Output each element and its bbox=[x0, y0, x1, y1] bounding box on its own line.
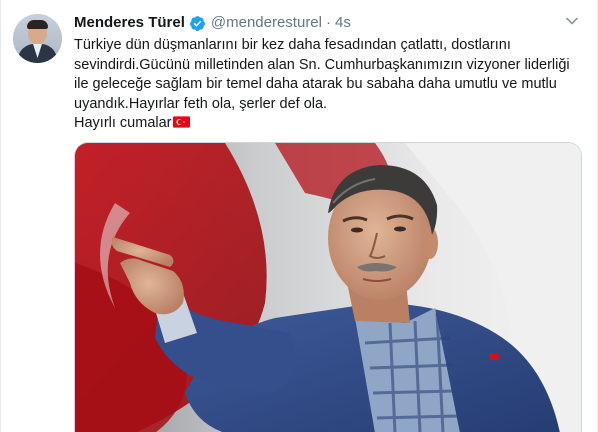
separator-dot: · bbox=[325, 14, 331, 31]
timestamp[interactable]: 4s bbox=[335, 13, 351, 33]
tweet-photo[interactable] bbox=[74, 142, 582, 432]
author-handle[interactable]: @menderesturel bbox=[211, 13, 322, 33]
tweet-text-line-2: Hayırlı cumalar bbox=[74, 114, 584, 134]
turkey-flag-emoji bbox=[172, 116, 190, 128]
tweet-text: Türkiye dün düşmanlarını bir kez daha fe… bbox=[74, 36, 584, 134]
tweet-text-line: Türkiye dün düşmanlarını bir kez daha fe… bbox=[74, 37, 574, 112]
tweet-card[interactable]: Menderes Türel @menderesturel · 4s Türki… bbox=[0, 0, 598, 432]
author-name[interactable]: Menderes Türel bbox=[74, 13, 185, 33]
tweet-header: Menderes Türel @menderesturel · 4s bbox=[74, 13, 351, 33]
photo-image bbox=[75, 143, 581, 432]
chevron-down-icon[interactable] bbox=[565, 14, 579, 28]
avatar[interactable] bbox=[13, 14, 62, 63]
verified-badge-icon bbox=[189, 15, 205, 31]
tweet-text-closing: Hayırlı cumalar bbox=[74, 115, 172, 131]
